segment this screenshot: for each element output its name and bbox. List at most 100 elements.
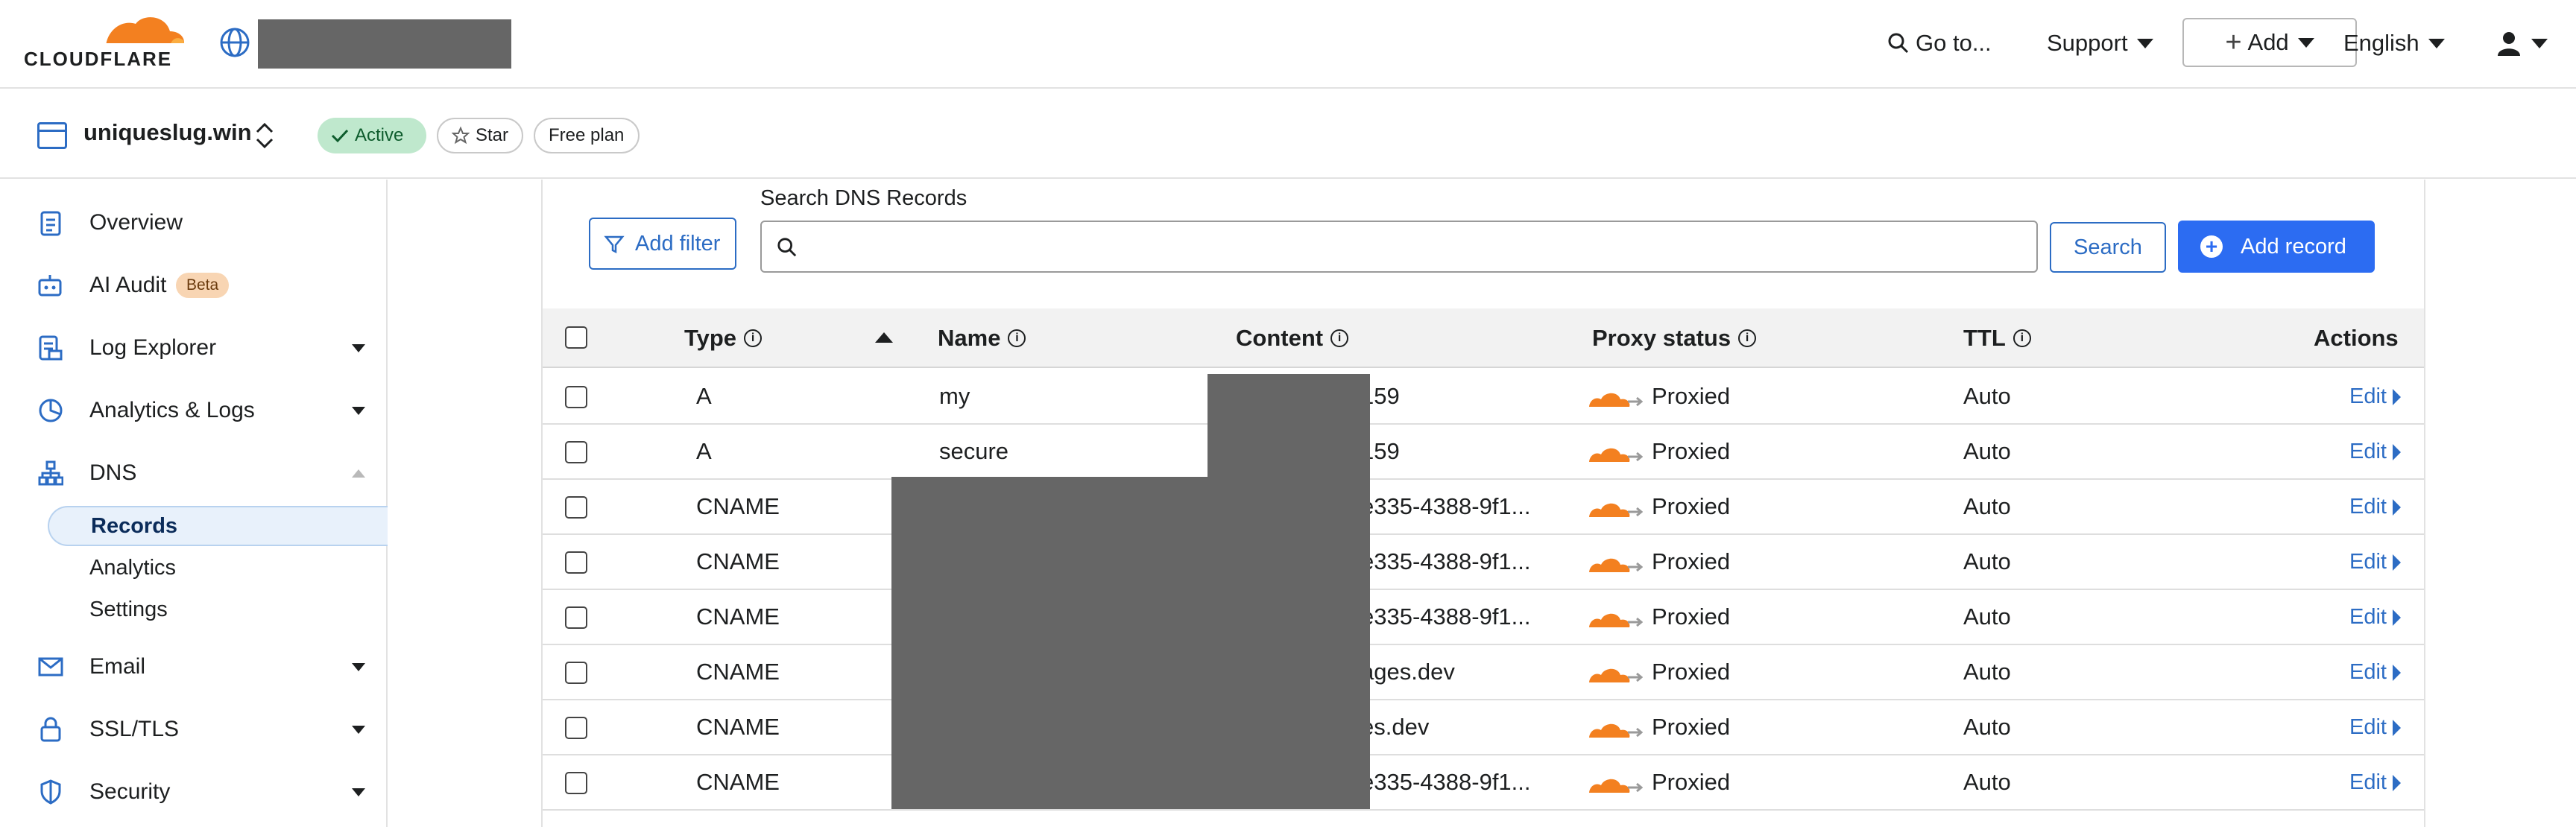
language-menu[interactable]: English xyxy=(2343,27,2445,60)
search-input[interactable] xyxy=(760,221,2038,273)
add-record-button[interactable]: + Add record xyxy=(2178,221,2375,273)
sidebar-item-label: AI Audit xyxy=(89,273,167,297)
support-label: Support xyxy=(2047,30,2128,56)
cloud-logo-icon xyxy=(106,17,186,47)
sidebar-item-dns[interactable]: DNS xyxy=(0,451,386,495)
edit-label: Edit xyxy=(2349,605,2387,629)
plus-circle-icon: + xyxy=(2200,235,2223,258)
column-label: Actions xyxy=(2314,325,2399,351)
record-name: secure xyxy=(939,438,1009,464)
caret-right-icon xyxy=(2392,554,2401,571)
chevron-down-icon xyxy=(352,788,365,796)
sidebar-item-log-explorer[interactable]: Log Explorer xyxy=(0,326,386,370)
row-checkbox[interactable] xyxy=(565,606,587,629)
edit-button[interactable]: Edit xyxy=(2349,660,2401,685)
plan-badge[interactable]: Free plan xyxy=(534,118,640,153)
column-header-ttl[interactable]: TTL i xyxy=(1963,325,2031,352)
search-button[interactable]: Search xyxy=(2050,222,2166,273)
sidebar-subitem-records[interactable]: Records xyxy=(48,506,388,546)
row-checkbox[interactable] xyxy=(565,662,587,684)
sidebar-item-label: DNS xyxy=(89,460,137,485)
caret-right-icon xyxy=(2392,498,2401,516)
info-icon[interactable]: i xyxy=(1330,329,1349,347)
table-row: CNAME e335-4388-9f1... Proxied Auto Edit xyxy=(543,755,2424,811)
info-icon[interactable]: i xyxy=(1008,329,1026,347)
info-icon[interactable]: i xyxy=(744,329,763,347)
caret-right-icon xyxy=(2392,664,2401,681)
edit-button[interactable]: Edit xyxy=(2349,495,2401,519)
switch-zone-icon[interactable] xyxy=(255,121,274,150)
record-type: CNAME xyxy=(696,659,780,685)
robot-icon xyxy=(36,270,66,300)
sidebar-subitem-analytics[interactable]: Analytics xyxy=(48,548,388,588)
star-button[interactable]: Star xyxy=(437,118,523,153)
cloudflare-logo[interactable]: CLOUDFLARE xyxy=(24,10,188,70)
sidebar-item-security[interactable]: Security xyxy=(0,770,386,814)
sort-ascending-icon[interactable] xyxy=(875,332,893,343)
proxy-status: Proxied xyxy=(1652,438,1731,464)
caret-right-icon xyxy=(2392,388,2401,405)
proxy-status: Proxied xyxy=(1652,383,1731,409)
column-header-content[interactable]: Content i xyxy=(1236,325,1349,352)
sidebar-item-ssl-tls[interactable]: SSL/TLS xyxy=(0,707,386,752)
sidebar-item-label: Overview xyxy=(89,210,183,235)
sidebar-item-label: Log Explorer xyxy=(89,335,217,360)
globe-icon[interactable] xyxy=(219,27,250,58)
proxy-status: Proxied xyxy=(1652,769,1731,795)
proxy-cloud-icon xyxy=(1586,720,1644,741)
sidebar-subitem-settings[interactable]: Settings xyxy=(48,589,388,630)
row-checkbox[interactable] xyxy=(565,441,587,463)
column-header-proxy-status[interactable]: Proxy status i xyxy=(1592,325,1757,352)
redacted-account-name xyxy=(258,19,511,69)
row-checkbox[interactable] xyxy=(565,717,587,739)
sidebar-item-overview[interactable]: Overview xyxy=(0,200,386,245)
edit-button[interactable]: Edit xyxy=(2349,550,2401,574)
caret-right-icon xyxy=(2392,609,2401,626)
column-header-name[interactable]: Name i xyxy=(938,325,1026,352)
record-name: my xyxy=(939,383,970,409)
edit-button[interactable]: Edit xyxy=(2349,770,2401,795)
sidebar-item-email[interactable]: Email xyxy=(0,644,386,689)
info-icon[interactable]: i xyxy=(2012,329,2031,347)
sidebar-item-analytics-logs[interactable]: Analytics & Logs xyxy=(0,388,386,433)
edit-button[interactable]: Edit xyxy=(2349,440,2401,464)
clipboard-icon xyxy=(36,208,66,238)
zone-name[interactable]: uniqueslug.win xyxy=(83,119,252,146)
redacted-content xyxy=(891,477,1370,809)
edit-label: Edit xyxy=(2349,495,2387,519)
zone-bar: uniqueslug.win Active Star Free plan xyxy=(0,89,2576,179)
brand-name: CLOUDFLARE xyxy=(24,48,173,70)
row-checkbox[interactable] xyxy=(565,772,587,794)
user-menu[interactable] xyxy=(2496,27,2548,60)
add-button[interactable]: + Add xyxy=(2182,18,2357,67)
ttl-value: Auto xyxy=(1963,438,2011,464)
search-label: Search DNS Records xyxy=(760,186,967,210)
row-checkbox[interactable] xyxy=(565,386,587,408)
sidebar-item-ai-audit[interactable]: AI Audit Beta xyxy=(0,263,386,308)
user-icon xyxy=(2498,32,2520,56)
browser-window-icon xyxy=(37,122,67,149)
network-icon xyxy=(36,458,66,488)
support-menu[interactable]: Support xyxy=(2047,27,2153,60)
column-header-type[interactable]: Type i xyxy=(684,325,763,352)
status-badge: Active xyxy=(318,118,426,153)
info-icon[interactable]: i xyxy=(1738,329,1757,347)
edit-button[interactable]: Edit xyxy=(2349,384,2401,409)
goto-button[interactable]: Go to... xyxy=(1887,27,1992,60)
row-checkbox[interactable] xyxy=(565,496,587,519)
table-row: Asecure 159 Proxied Auto Edit xyxy=(543,425,2424,480)
caret-right-icon xyxy=(2392,443,2401,460)
edit-label: Edit xyxy=(2349,660,2387,684)
record-content: e335-4388-9f1... xyxy=(1361,493,1531,519)
edit-button[interactable]: Edit xyxy=(2349,715,2401,740)
column-label: Name xyxy=(938,325,1001,351)
edit-label: Edit xyxy=(2349,550,2387,574)
select-all-checkbox[interactable] xyxy=(565,326,587,349)
shield-icon xyxy=(36,777,66,807)
add-filter-button[interactable]: Add filter xyxy=(589,218,736,270)
search-icon xyxy=(777,238,797,257)
row-checkbox[interactable] xyxy=(565,551,587,574)
chevron-down-icon xyxy=(352,343,365,352)
edit-button[interactable]: Edit xyxy=(2349,605,2401,630)
table-row: Amy 159 Proxied Auto Edit xyxy=(543,370,2424,425)
